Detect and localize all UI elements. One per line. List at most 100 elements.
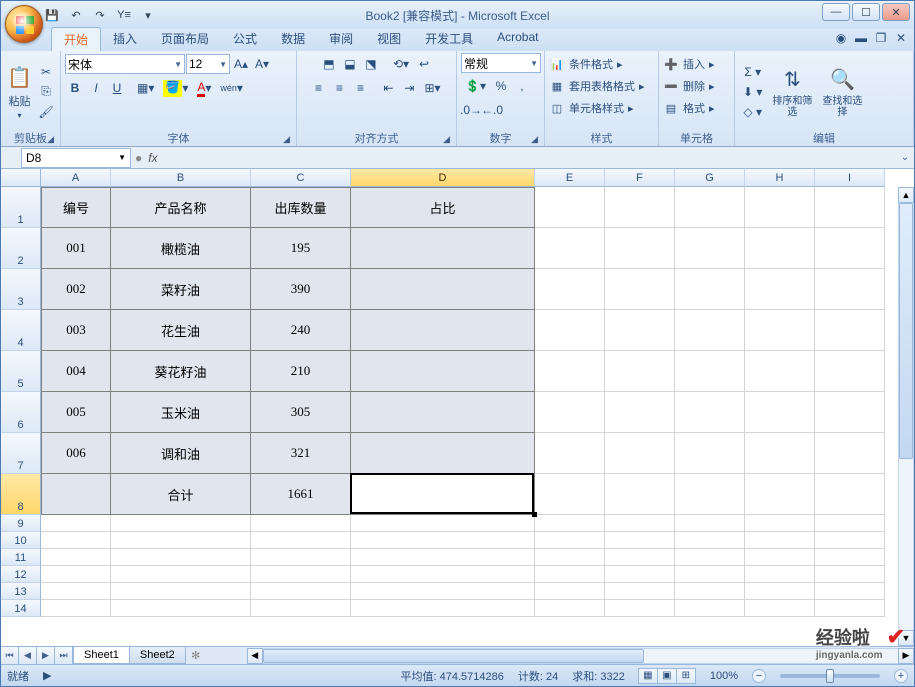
cell[interactable] bbox=[745, 269, 815, 310]
cell[interactable] bbox=[535, 269, 605, 310]
border-button[interactable]: ▦▾ bbox=[133, 78, 158, 98]
ribbon-tab-0[interactable]: 开始 bbox=[51, 27, 101, 51]
cell[interactable] bbox=[815, 474, 885, 515]
row-header[interactable]: 7 bbox=[1, 433, 41, 474]
cell[interactable] bbox=[675, 310, 745, 351]
cell[interactable] bbox=[815, 351, 885, 392]
cell[interactable] bbox=[675, 566, 745, 583]
cell[interactable] bbox=[111, 532, 251, 549]
cell[interactable] bbox=[41, 515, 111, 532]
new-sheet-icon[interactable]: ✻ bbox=[185, 647, 207, 664]
cell[interactable] bbox=[745, 433, 815, 474]
cell[interactable]: 305 bbox=[251, 392, 351, 433]
cell[interactable]: 占比 bbox=[351, 187, 535, 228]
paste-button[interactable]: 📋 粘贴 ▾ bbox=[5, 57, 34, 127]
column-header[interactable]: B bbox=[111, 169, 251, 187]
cell[interactable] bbox=[745, 228, 815, 269]
cell[interactable] bbox=[535, 310, 605, 351]
align-left-icon[interactable]: ≡ bbox=[308, 78, 328, 98]
cell[interactable]: 葵花籽油 bbox=[111, 351, 251, 392]
cell[interactable] bbox=[675, 269, 745, 310]
cell[interactable] bbox=[535, 392, 605, 433]
cell[interactable] bbox=[815, 433, 885, 474]
cell[interactable] bbox=[815, 583, 885, 600]
font-size-combo[interactable]: 12▼ bbox=[186, 54, 230, 74]
cell[interactable]: 240 bbox=[251, 310, 351, 351]
cell[interactable] bbox=[745, 515, 815, 532]
cell[interactable] bbox=[535, 474, 605, 515]
vscroll-track[interactable] bbox=[898, 203, 914, 630]
row-header[interactable]: 6 bbox=[1, 392, 41, 433]
cell[interactable]: 橄榄油 bbox=[111, 228, 251, 269]
cell[interactable] bbox=[605, 351, 675, 392]
cell[interactable] bbox=[605, 228, 675, 269]
cell[interactable]: 001 bbox=[41, 228, 111, 269]
ribbon-minimize-icon[interactable]: ▬ bbox=[854, 31, 868, 45]
cell[interactable] bbox=[815, 549, 885, 566]
cell[interactable] bbox=[605, 269, 675, 310]
cell[interactable] bbox=[605, 310, 675, 351]
cell[interactable] bbox=[815, 515, 885, 532]
qat-custom-icon[interactable]: Y≡ bbox=[113, 5, 135, 25]
worksheet-grid[interactable]: ABCDEFGHI1编号产品名称出库数量占比2001橄榄油1953002菜籽油3… bbox=[1, 169, 914, 646]
cell[interactable] bbox=[351, 433, 535, 474]
grow-font-icon[interactable]: A▴ bbox=[231, 54, 251, 74]
cell[interactable] bbox=[815, 532, 885, 549]
qat-more-icon[interactable]: ▾ bbox=[137, 5, 159, 25]
number-format-combo[interactable]: 常规▼ bbox=[461, 53, 541, 73]
column-header[interactable]: A bbox=[41, 169, 111, 187]
cell[interactable] bbox=[745, 549, 815, 566]
cell[interactable] bbox=[251, 532, 351, 549]
row-header[interactable]: 5 bbox=[1, 351, 41, 392]
cell[interactable]: 004 bbox=[41, 351, 111, 392]
cell[interactable] bbox=[111, 583, 251, 600]
cell[interactable]: 195 bbox=[251, 228, 351, 269]
italic-button[interactable]: I bbox=[86, 78, 106, 98]
cell[interactable] bbox=[675, 515, 745, 532]
clipboard-dialog-icon[interactable]: ◢ bbox=[47, 134, 54, 145]
cell[interactable] bbox=[675, 600, 745, 617]
cell[interactable]: 210 bbox=[251, 351, 351, 392]
align-top-icon[interactable]: ⬒ bbox=[319, 54, 339, 74]
column-header[interactable]: I bbox=[815, 169, 885, 187]
column-header[interactable]: G bbox=[675, 169, 745, 187]
cell[interactable] bbox=[745, 351, 815, 392]
column-header[interactable]: C bbox=[251, 169, 351, 187]
cell[interactable] bbox=[41, 600, 111, 617]
autosum-icon[interactable]: Σ ▾ bbox=[739, 62, 766, 82]
cell[interactable] bbox=[535, 549, 605, 566]
underline-button[interactable]: U bbox=[107, 78, 127, 98]
row-header[interactable]: 1 bbox=[1, 187, 41, 228]
ribbon-tab-3[interactable]: 公式 bbox=[221, 27, 269, 51]
tab-nav-prev-icon[interactable]: ◀ bbox=[19, 647, 37, 664]
formula-input[interactable] bbox=[164, 149, 896, 167]
sheet-tab[interactable]: Sheet1 bbox=[73, 647, 130, 664]
cell[interactable] bbox=[351, 392, 535, 433]
currency-icon[interactable]: 💲▾ bbox=[461, 76, 490, 96]
office-button[interactable] bbox=[5, 5, 43, 43]
fill-color-button[interactable]: 🪣▾ bbox=[159, 78, 192, 98]
cell[interactable] bbox=[41, 474, 111, 515]
cell[interactable] bbox=[815, 187, 885, 228]
cell[interactable] bbox=[675, 583, 745, 600]
cell[interactable] bbox=[745, 187, 815, 228]
row-header[interactable]: 9 bbox=[1, 515, 41, 532]
ribbon-tab-6[interactable]: 视图 bbox=[365, 27, 413, 51]
cell[interactable] bbox=[535, 515, 605, 532]
phonetic-button[interactable]: wén▾ bbox=[216, 78, 247, 98]
indent-increase-icon[interactable]: ⇥ bbox=[399, 78, 419, 98]
cell[interactable]: 花生油 bbox=[111, 310, 251, 351]
cell[interactable] bbox=[675, 433, 745, 474]
cell[interactable] bbox=[351, 269, 535, 310]
indent-decrease-icon[interactable]: ⇤ bbox=[378, 78, 398, 98]
cell[interactable] bbox=[815, 600, 885, 617]
tab-nav-last-icon[interactable]: ⏭ bbox=[55, 647, 73, 664]
copy-icon[interactable]: ⎘ bbox=[36, 82, 56, 102]
align-bottom-icon[interactable]: ⬔ bbox=[361, 54, 381, 74]
cell[interactable] bbox=[251, 549, 351, 566]
align-center-icon[interactable]: ≡ bbox=[329, 78, 349, 98]
cell[interactable]: 1661 bbox=[251, 474, 351, 515]
cell[interactable] bbox=[111, 566, 251, 583]
format-as-table-button[interactable]: ▦套用表格格式 ▸ bbox=[549, 75, 654, 97]
row-header[interactable]: 2 bbox=[1, 228, 41, 269]
